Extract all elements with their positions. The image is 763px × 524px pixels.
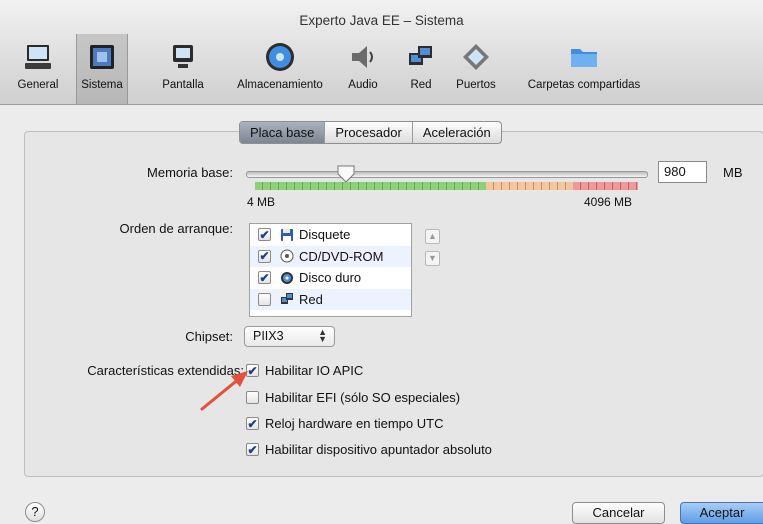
toolbar-carpetas-label: Carpetas compartidas: [527, 79, 641, 91]
network-icon: [279, 292, 294, 307]
memory-unit-label: MB: [723, 165, 743, 180]
checkbox-io-apic[interactable]: ✔ Habilitar IO APIC: [246, 363, 363, 378]
toolbar-pantalla-label: Pantalla: [162, 79, 204, 91]
annotation-arrow-icon: [200, 371, 248, 411]
cd-icon: [279, 249, 294, 264]
checkbox-utc-box[interactable]: ✔: [246, 417, 259, 430]
boot-item-checkbox[interactable]: ✔: [258, 271, 271, 285]
accept-button[interactable]: Aceptar: [680, 502, 763, 524]
boot-item-checkbox[interactable]: ✔: [258, 249, 271, 263]
boot-item-label: Disco duro: [299, 270, 362, 286]
chevron-updown-icon: ▲ ▼: [318, 327, 327, 344]
tab-aceleracion[interactable]: Aceleración: [413, 122, 501, 143]
toolbar-puertos-label: Puertos: [456, 79, 496, 91]
checkbox-absolute-pointer-box[interactable]: ✔: [246, 443, 259, 456]
chip-icon: [85, 40, 119, 74]
display-icon: [166, 40, 200, 74]
checkbox-utc[interactable]: ✔ Reloj hardware en tiempo UTC: [246, 416, 443, 431]
network-icon: [404, 40, 438, 74]
boot-item-disquete[interactable]: ✔ Disquete: [250, 224, 411, 246]
checkbox-absolute-pointer-label: Habilitar dispositivo apuntador absoluto: [265, 442, 492, 457]
memory-slider-track[interactable]: [246, 171, 648, 178]
memory-slider-thumb[interactable]: [336, 164, 356, 184]
window-titlebar: Experto Java EE – Sistema General Sistem…: [0, 0, 763, 105]
boot-item-cd-dvd[interactable]: ✔ CD/DVD-ROM: [250, 245, 411, 267]
boot-order-list: ✔ Disquete ✔ CD/DVD-ROM ✔ Disco duro Red: [249, 223, 412, 317]
boot-item-label: Red: [299, 291, 323, 307]
chipset-label: Chipset:: [185, 329, 233, 344]
toolbar-audio-label: Audio: [348, 79, 378, 91]
memory-max-label: 4096 MB: [584, 195, 633, 209]
memory-slider-scale: [255, 182, 638, 190]
memory-value-field[interactable]: 980: [658, 161, 707, 183]
tab-placa-base[interactable]: Placa base: [240, 122, 326, 143]
toolbar-puertos[interactable]: Puertos: [453, 40, 499, 98]
boot-item-red[interactable]: Red: [250, 288, 411, 310]
toolbar-general[interactable]: General: [16, 40, 60, 98]
toolbar-audio[interactable]: Audio: [344, 40, 382, 98]
memory-label: Memoria base:: [147, 165, 233, 180]
tab-procesador[interactable]: Procesador: [325, 122, 413, 143]
checkbox-io-apic-label: Habilitar IO APIC: [265, 363, 364, 378]
chipset-value: PIIX3: [253, 329, 284, 343]
toolbar-almacenamiento[interactable]: Almacenamiento: [232, 40, 328, 98]
boot-item-checkbox[interactable]: [258, 292, 271, 306]
toolbar-pantalla[interactable]: Pantalla: [156, 40, 210, 98]
checkbox-utc-label: Reloj hardware en tiempo UTC: [265, 416, 444, 431]
toolbar-carpetas[interactable]: Carpetas compartidas: [521, 40, 647, 98]
floppy-icon: [279, 227, 294, 242]
window-title: Experto Java EE – Sistema: [299, 13, 464, 28]
boot-item-checkbox[interactable]: ✔: [258, 228, 271, 242]
speaker-icon: [346, 40, 380, 74]
move-up-button[interactable]: ▲: [425, 229, 440, 244]
cancel-button[interactable]: Cancelar: [572, 502, 665, 524]
harddisk-icon: [279, 270, 294, 285]
checkbox-efi[interactable]: Habilitar EFI (sólo SO especiales): [246, 390, 460, 405]
memory-min-label: 4 MB: [247, 195, 276, 209]
toolbar-red-label: Red: [410, 79, 432, 91]
toolbar-red[interactable]: Red: [406, 40, 436, 98]
toolbar-sistema[interactable]: Sistema: [76, 34, 128, 104]
toolbar-almacenamiento-label: Almacenamiento: [237, 79, 323, 91]
toolbar-sistema-label: Sistema: [81, 79, 123, 91]
toolbar-general-label: General: [17, 79, 59, 91]
folder-icon: [567, 40, 601, 74]
tab-bar: Placa base Procesador Aceleración: [239, 121, 502, 144]
boot-item-label: CD/DVD-ROM: [299, 248, 384, 264]
monitor-icon: [21, 40, 55, 74]
checkbox-efi-label: Habilitar EFI (sólo SO especiales): [265, 390, 461, 405]
chipset-select[interactable]: PIIX3 ▲ ▼: [244, 326, 335, 347]
disk-icon: [263, 40, 297, 74]
move-down-button[interactable]: ▼: [425, 251, 440, 266]
boot-order-label: Orden de arranque:: [119, 221, 233, 236]
port-icon: [459, 40, 493, 74]
help-button[interactable]: ?: [25, 502, 45, 522]
boot-item-label: Disquete: [299, 227, 351, 243]
boot-item-disco-duro[interactable]: ✔ Disco duro: [250, 267, 411, 289]
checkbox-absolute-pointer[interactable]: ✔ Habilitar dispositivo apuntador absolu…: [246, 442, 492, 457]
